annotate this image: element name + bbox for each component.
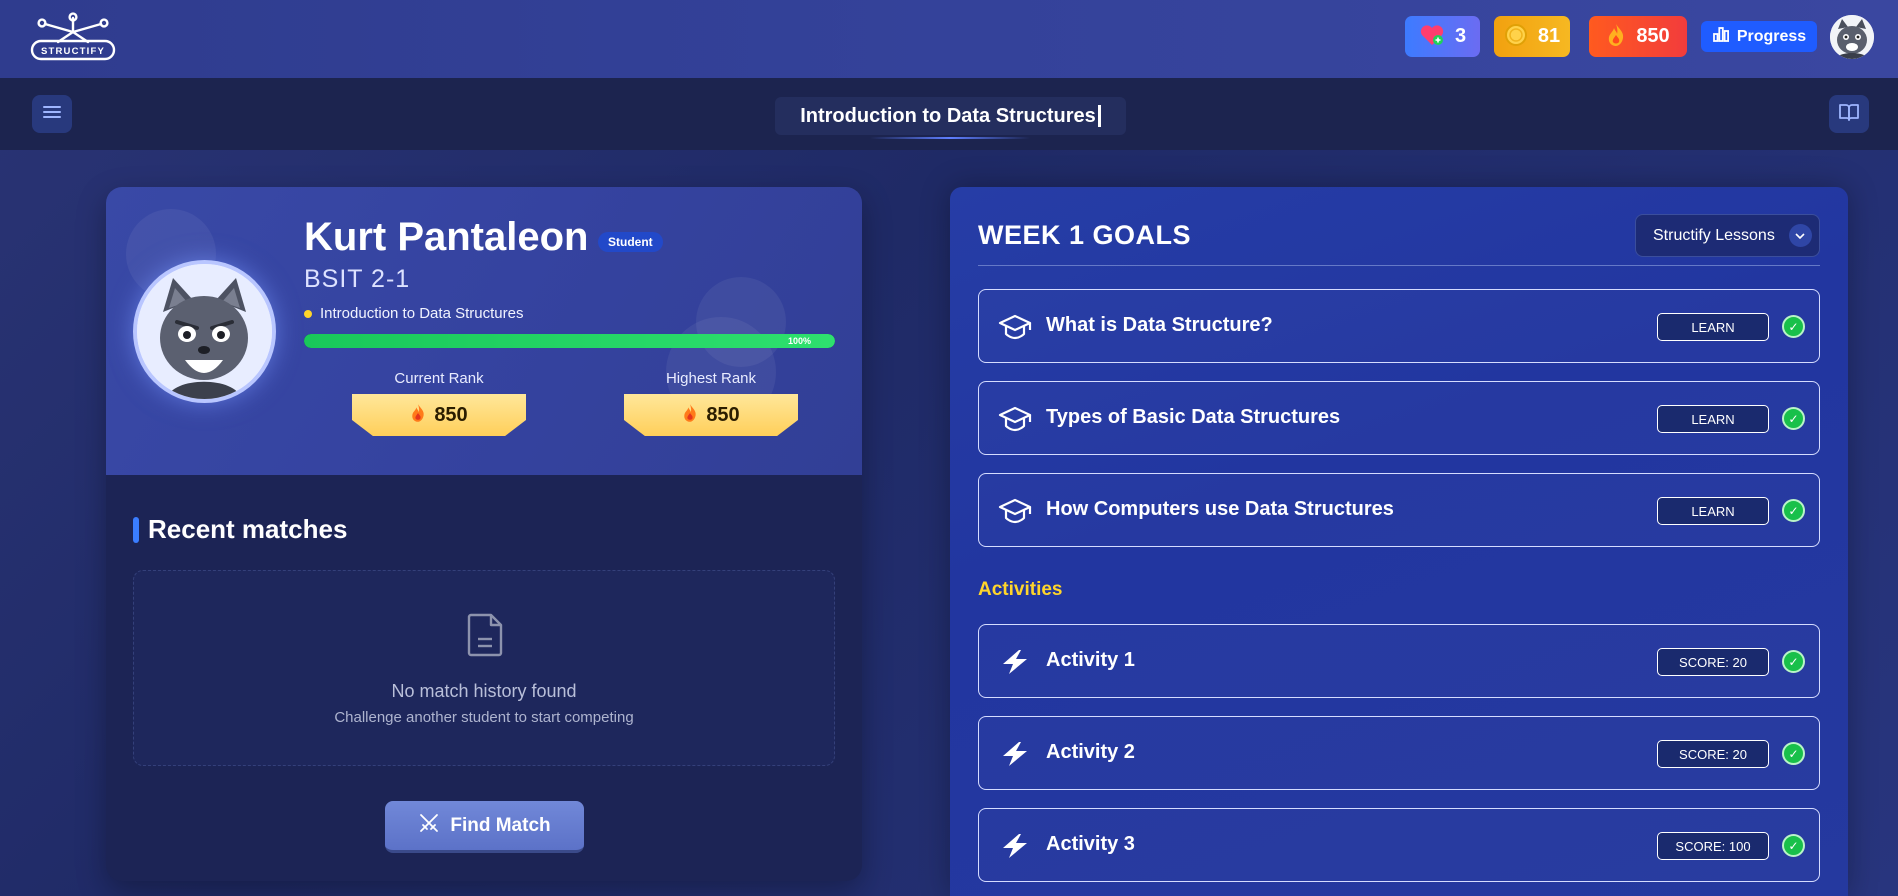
highest-rank-value: 850	[706, 403, 740, 426]
bar-chart-icon	[1712, 25, 1730, 48]
week-goals-title: WEEK 1 GOALS	[978, 220, 1192, 250]
current-rank-value: 850	[434, 403, 468, 426]
activity-item[interactable]: Activity 3 SCORE: 100 ✓	[978, 808, 1820, 882]
rank-points-value: 850	[1636, 25, 1670, 47]
match-history-empty-state: No match history found Challenge another…	[133, 570, 835, 766]
find-match-button[interactable]: Find Match	[385, 801, 584, 853]
current-rank-label: Current Rank	[394, 370, 484, 387]
score-button[interactable]: SCORE: 20	[1657, 740, 1769, 768]
hamburger-icon	[43, 105, 61, 124]
check-icon: ✓	[1782, 834, 1805, 857]
coin-icon	[1504, 23, 1528, 51]
progress-label: Progress	[1736, 27, 1807, 45]
course-progress-bar: 100%	[304, 334, 835, 348]
score-button[interactable]: SCORE: 100	[1657, 832, 1769, 860]
book-open-icon	[1838, 102, 1860, 127]
document-icon	[463, 611, 507, 659]
student-section: BSIT 2-1	[304, 265, 411, 293]
activity-title: Activity 3	[1046, 833, 1135, 855]
enrolled-course: Introduction to Data Structures	[304, 305, 523, 322]
hearts-value: 3	[1454, 25, 1467, 47]
course-title-text: Introduction to Data Structures	[800, 104, 1096, 127]
activity-item[interactable]: Activity 1 SCORE: 20 ✓	[978, 624, 1820, 698]
check-icon: ✓	[1782, 499, 1805, 522]
role-badge: Student	[598, 232, 663, 252]
course-progress-fill: 100%	[304, 334, 835, 348]
learn-button[interactable]: LEARN	[1657, 405, 1769, 433]
text-cursor	[1097, 105, 1101, 127]
course-progress-label: 100%	[787, 336, 811, 346]
menu-button[interactable]	[32, 95, 72, 133]
chevron-down-icon	[1788, 224, 1812, 247]
svg-text:STRUCTIFY: STRUCTIFY	[41, 46, 105, 57]
student-name: Kurt Pantaleon	[304, 215, 589, 259]
user-avatar[interactable]	[1830, 15, 1874, 59]
lesson-title: What is Data Structure?	[1046, 314, 1273, 336]
highest-rank-badge: 850	[624, 394, 798, 436]
flame-icon	[682, 403, 698, 428]
activities-heading: Activities	[978, 579, 1063, 600]
check-icon: ✓	[1782, 742, 1805, 765]
course-header: Introduction to Data Structures	[0, 78, 1898, 150]
rank-points-counter[interactable]: 850	[1589, 16, 1687, 57]
graduation-cap-icon	[997, 495, 1033, 527]
lesson-item[interactable]: What is Data Structure? LEARN ✓	[978, 289, 1820, 363]
find-match-label: Find Match	[450, 814, 551, 836]
divider	[978, 265, 1820, 266]
activity-title: Activity 1	[1046, 649, 1135, 671]
learn-button[interactable]: LEARN	[1657, 497, 1769, 525]
structify-logo[interactable]: STRUCTIFY	[30, 12, 116, 62]
lesson-title: How Computers use Data Structures	[1046, 498, 1394, 520]
profile-header: Kurt Pantaleon Student BSIT 2-1 Introduc…	[106, 187, 862, 475]
graduation-cap-icon	[997, 403, 1033, 435]
profile-avatar	[133, 260, 276, 403]
current-rank-badge: 850	[352, 394, 526, 436]
heart-icon	[1419, 23, 1445, 51]
profile-card: Kurt Pantaleon Student BSIT 2-1 Introduc…	[106, 187, 862, 881]
flame-icon	[1606, 23, 1626, 51]
title-underline-glow	[870, 137, 1030, 139]
lesson-source-dropdown[interactable]: Structify Lessons	[1635, 214, 1820, 257]
empty-state-subtitle: Challenge another student to start compe…	[334, 709, 634, 726]
top-bar: STRUCTIFY 3 81 850 Progress	[0, 0, 1898, 78]
lightning-icon	[997, 646, 1033, 678]
score-button[interactable]: SCORE: 20	[1657, 648, 1769, 676]
lightning-icon	[997, 830, 1033, 862]
status-dot	[304, 309, 312, 318]
course-title: Introduction to Data Structures	[775, 97, 1126, 135]
check-icon: ✓	[1782, 407, 1805, 430]
learn-button[interactable]: LEARN	[1657, 313, 1769, 341]
lesson-source-value: Structify Lessons	[1653, 226, 1775, 244]
progress-button[interactable]: Progress	[1701, 21, 1817, 52]
graduation-cap-icon	[997, 311, 1033, 343]
week-goals-panel: WEEK 1 GOALS Structify Lessons What is D…	[950, 187, 1848, 896]
lesson-item[interactable]: Types of Basic Data Structures LEARN ✓	[978, 381, 1820, 455]
recent-matches-heading: Recent matches	[133, 514, 347, 545]
hearts-counter[interactable]: 3	[1405, 16, 1480, 57]
crossed-swords-icon	[418, 812, 440, 840]
check-icon: ✓	[1782, 650, 1805, 673]
flame-icon	[410, 403, 426, 428]
highest-rank-label: Highest Rank	[665, 370, 757, 387]
activity-item[interactable]: Activity 2 SCORE: 20 ✓	[978, 716, 1820, 790]
lesson-title: Types of Basic Data Structures	[1046, 406, 1341, 428]
heading-accent-bar	[133, 516, 139, 543]
recent-matches-title: Recent matches	[148, 514, 348, 544]
coins-counter[interactable]: 81	[1494, 16, 1570, 57]
lessons-book-button[interactable]	[1829, 95, 1869, 133]
lesson-item[interactable]: How Computers use Data Structures LEARN …	[978, 473, 1820, 547]
empty-state-title: No match history found	[391, 681, 577, 701]
check-icon: ✓	[1782, 315, 1805, 338]
activity-title: Activity 2	[1046, 741, 1135, 763]
coins-value: 81	[1537, 25, 1561, 47]
enrolled-course-text: Introduction to Data Structures	[320, 305, 524, 322]
lightning-icon	[997, 738, 1033, 770]
